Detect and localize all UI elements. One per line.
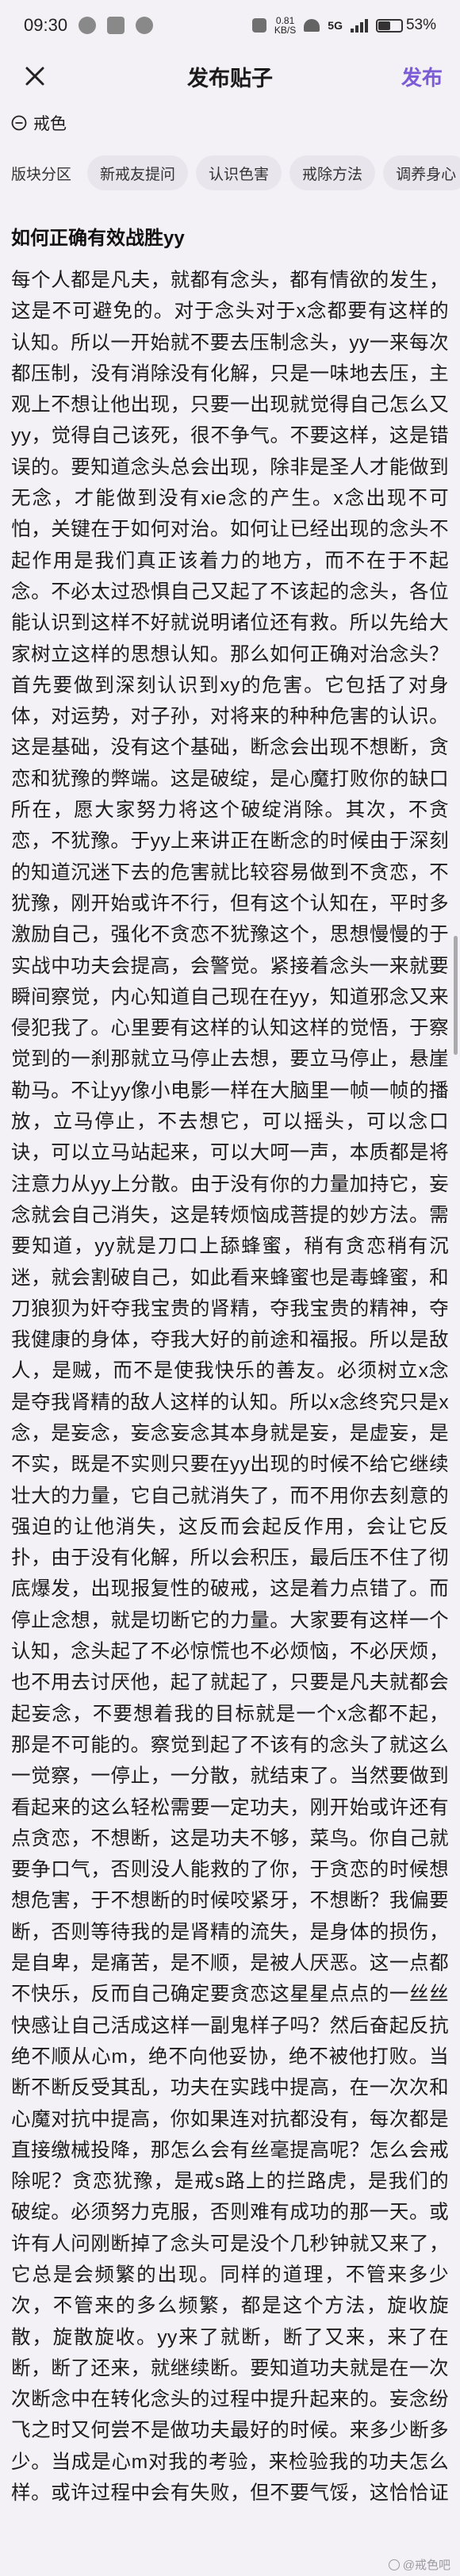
topic-label: 戒色 [33,115,67,133]
net-speed: 0.81 KB/S [274,16,296,35]
message-icon [107,17,125,34]
watermark-logo-icon [388,2559,400,2570]
battery: 53% [375,17,436,34]
minus-circle-icon [11,115,27,131]
signal-icon [350,18,368,33]
category-chip[interactable]: 调养身心 [383,155,460,190]
wifi-icon [304,19,320,32]
battery-percent: 53% [405,17,436,33]
nav-bar: 发布贴子 发布 [0,51,460,102]
post-title-input[interactable]: 如何正确有效战胜yy [0,201,460,265]
status-time: 09:30 [24,15,68,35]
battery-icon [375,18,403,33]
status-right: 0.81 KB/S 5G 53% [251,16,436,35]
app-icon [136,17,154,34]
watermark: @戒色吧 [388,2556,450,2573]
page-title: 发布贴子 [187,66,273,90]
mute-icon [251,18,266,33]
post-body-editor[interactable]: 每个人都是凡夫，就都有念头，都有情欲的发生，这是不可避免的。对于念头对于x念都要… [0,265,460,2501]
category-label: 版块分区 [11,166,72,183]
notification-icon [79,17,97,34]
topic-selector[interactable]: 戒色 [0,102,460,144]
network-type: 5G [328,19,343,32]
close-button[interactable] [19,60,51,92]
category-chip[interactable]: 戒除方法 [289,155,376,190]
scrollbar[interactable] [454,936,458,1055]
publish-button[interactable]: 发布 [401,62,443,91]
watermark-text: @戒色吧 [402,2559,450,2572]
net-speed-unit: KB/S [274,25,297,36]
category-chip[interactable]: 认识色害 [196,155,282,190]
status-left: 09:30 [24,15,154,36]
category-chip[interactable]: 新戒友提问 [87,155,189,190]
close-icon [25,67,44,86]
category-row: 版块分区 新戒友提问 认识色害 戒除方法 调养身心 [0,144,460,201]
status-bar: 09:30 0.81 KB/S 5G 53% [0,0,460,51]
